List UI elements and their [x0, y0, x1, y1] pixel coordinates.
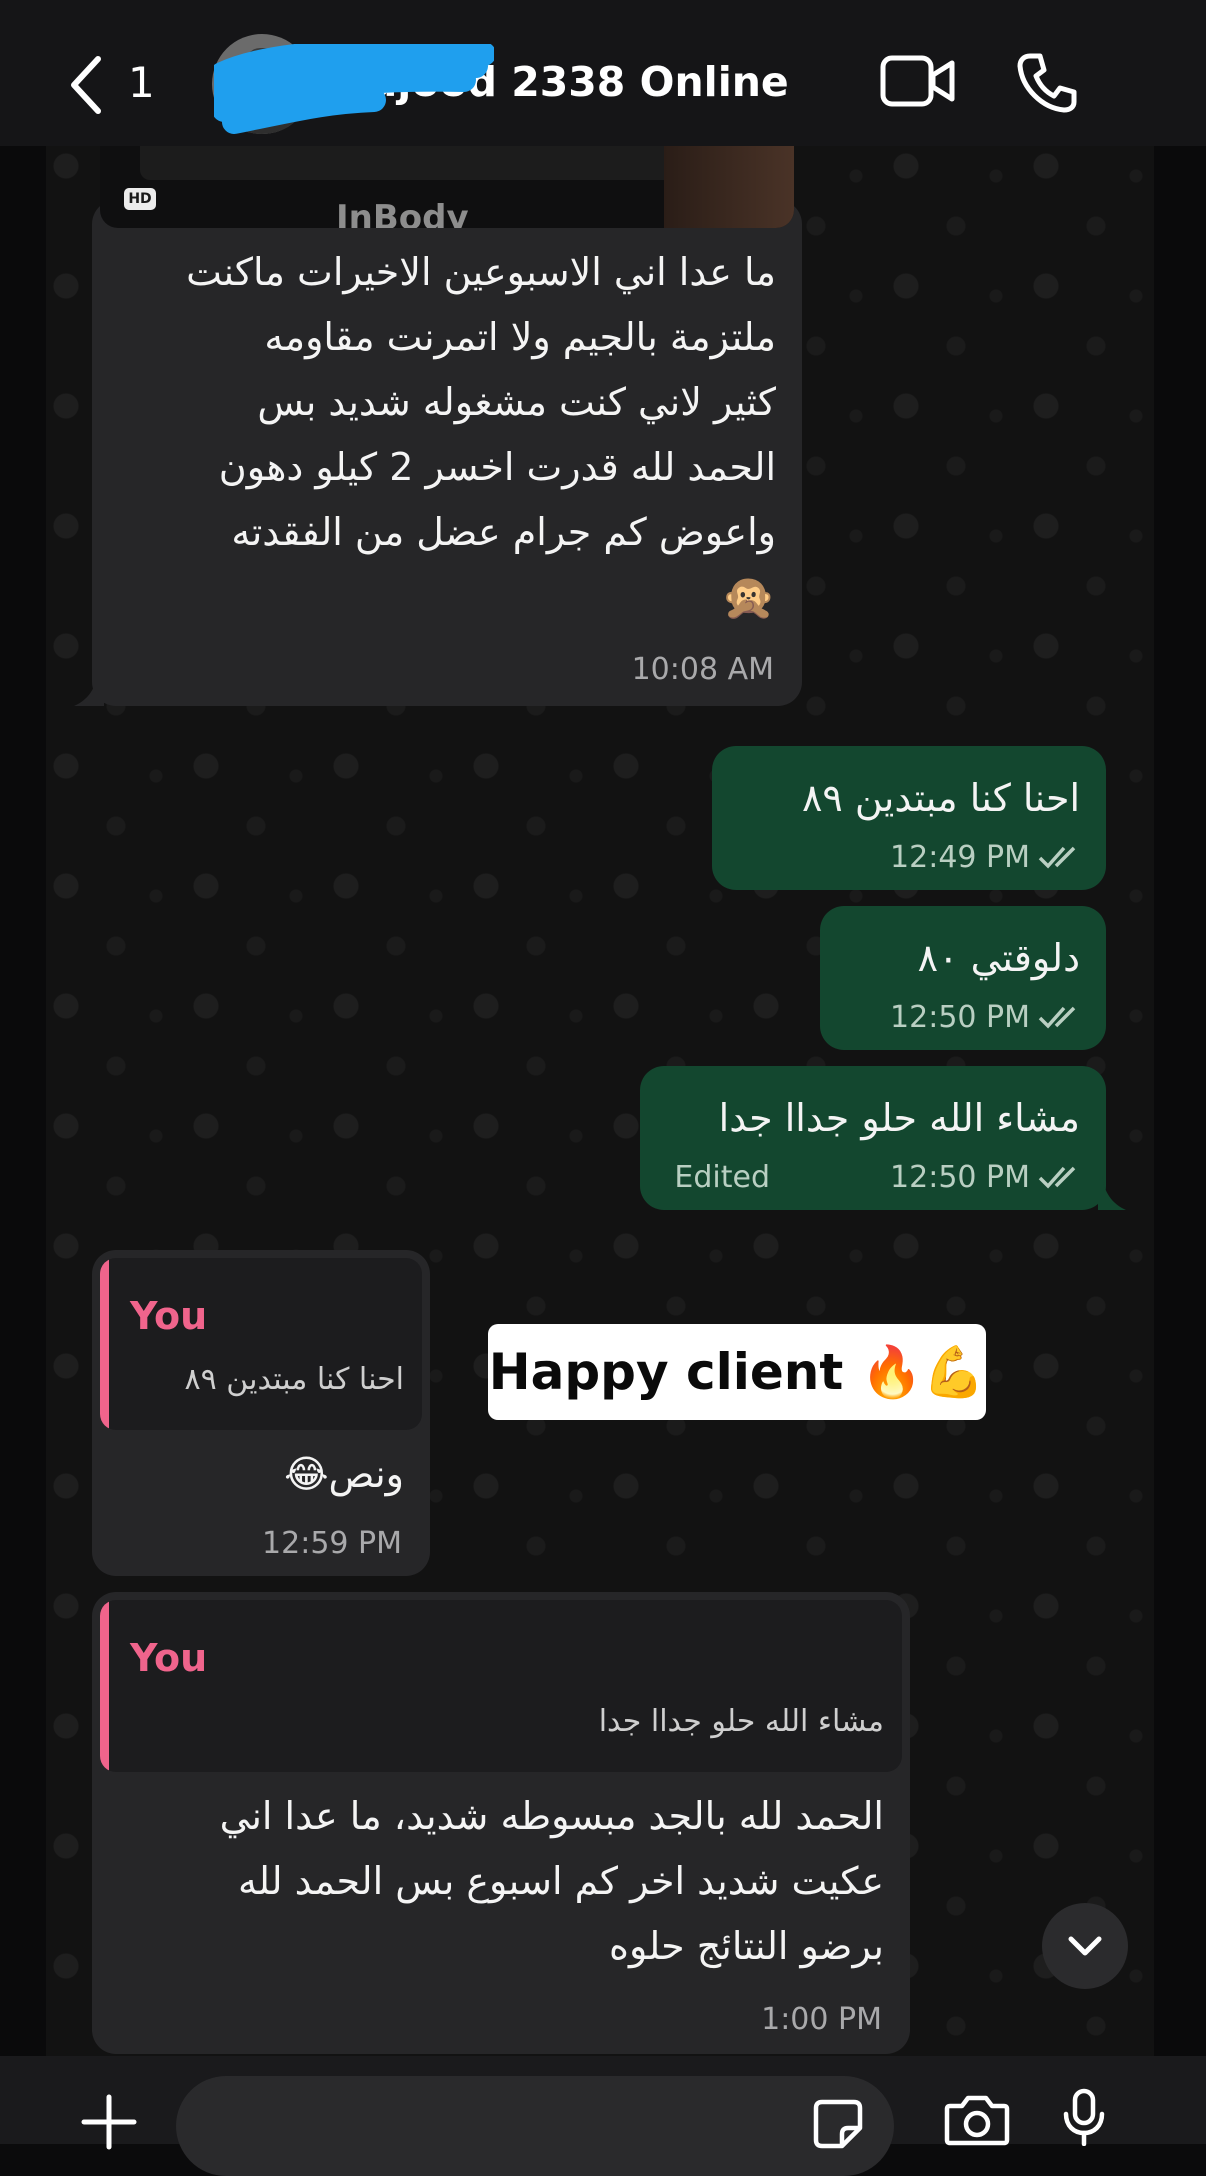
- message-text: دلوقتي ٨٠: [917, 936, 1080, 980]
- back-button[interactable]: [66, 55, 106, 119]
- message-line: الحمد لله قدرت اخسر 2 كيلو دهون: [218, 445, 776, 489]
- voice-message-button[interactable]: [1062, 2088, 1106, 2150]
- message-bubble-outgoing[interactable]: احنا كنا مبتدين ٨٩ 12:49 PM: [712, 746, 1106, 890]
- message-time: 12:50 PM: [890, 1000, 1030, 1035]
- read-ticks-icon: [1038, 1166, 1076, 1189]
- message-bubble-incoming[interactable]: You مشاء الله حلو جداا جدا الحمد لله بال…: [92, 1592, 910, 2054]
- message-text: مشاء الله حلو جداا جدا: [718, 1096, 1080, 1140]
- message-line: واعوض كم جرام عضل من الفقدته: [231, 510, 776, 554]
- camera-icon: [944, 2095, 1010, 2146]
- reply-quote[interactable]: You احنا كنا مبتدين ٨٩: [100, 1258, 422, 1430]
- message-time: 12:49 PM: [890, 840, 1030, 875]
- image-brand-text: InBody: [336, 198, 469, 228]
- sticker-button[interactable]: [812, 2098, 864, 2154]
- sticker-icon: [813, 2099, 863, 2149]
- message-line: عكيت شديد اخر كم اسبوع بس الحمد لله: [238, 1859, 884, 1903]
- message-bubble-outgoing[interactable]: مشاء الله حلو جداا جدا Edited 12:50 PM: [640, 1066, 1106, 1210]
- chevron-down-icon: [1068, 1936, 1102, 1956]
- reply-author: You: [130, 1294, 208, 1338]
- edited-label: Edited: [674, 1160, 770, 1195]
- image-attachment[interactable]: HD InBody: [100, 146, 794, 228]
- message-line: ما عدا اني الاسبوعين الاخيرات ماكنت: [186, 250, 776, 294]
- message-time: 12:50 PM: [890, 1160, 1030, 1195]
- message-time: 10:08 AM: [631, 652, 774, 687]
- message-line: برضو النتائج حلوه: [609, 1924, 884, 1968]
- unread-count[interactable]: 1: [128, 58, 155, 107]
- message-text: احنا كنا مبتدين ٨٩: [801, 776, 1080, 820]
- redaction-scribble: [214, 44, 494, 134]
- scroll-to-bottom-button[interactable]: [1042, 1903, 1128, 1989]
- left-edge: [0, 0, 46, 2144]
- reply-author: You: [130, 1636, 208, 1680]
- message-line: كثير لاني كنت مشغوله شديد بس: [257, 380, 776, 424]
- bubble-tail: [74, 672, 104, 706]
- message-input[interactable]: [176, 2076, 894, 2176]
- video-call-button[interactable]: [880, 55, 956, 111]
- bubble-tail: [1098, 1176, 1126, 1210]
- message-bubble-incoming[interactable]: ما عدا اني الاسبوعين الاخيرات ماكنت ملتز…: [92, 200, 802, 706]
- read-ticks-icon: [1038, 846, 1076, 869]
- message-time: 12:59 PM: [262, 1526, 402, 1561]
- phone-icon: [1017, 53, 1077, 113]
- hd-badge: HD: [124, 188, 156, 210]
- camera-button[interactable]: [944, 2094, 1010, 2150]
- message-text: ونص😂: [284, 1452, 404, 1496]
- message-bubble-outgoing[interactable]: دلوقتي ٨٠ 12:50 PM: [820, 906, 1106, 1050]
- message-emoji: 🙊: [721, 572, 776, 623]
- reply-text: مشاء الله حلو جداا جدا: [598, 1704, 884, 1739]
- message-time: 1:00 PM: [761, 2002, 882, 2037]
- right-edge: [1154, 0, 1206, 2144]
- happy-client-sticker: Happy client 🔥💪: [488, 1324, 986, 1420]
- chevron-left-icon: [71, 56, 101, 114]
- message-line: ملتزمة بالجيم ولا اتمرنت مقاومه: [264, 315, 776, 359]
- message-bubble-incoming[interactable]: You احنا كنا مبتدين ٨٩ ونص😂 12:59 PM: [92, 1250, 430, 1576]
- attach-button[interactable]: [80, 2093, 138, 2155]
- reply-quote[interactable]: You مشاء الله حلو جداا جدا: [100, 1600, 902, 1772]
- video-camera-icon: [880, 55, 955, 107]
- reply-text: احنا كنا مبتدين ٨٩: [184, 1362, 405, 1397]
- read-ticks-icon: [1038, 1006, 1076, 1029]
- microphone-icon: [1063, 2088, 1105, 2147]
- plus-icon: [81, 2094, 137, 2150]
- message-line: الحمد لله بالجد مبسوطه شديد، ما عدا اني: [219, 1794, 884, 1838]
- voice-call-button[interactable]: [1016, 52, 1078, 118]
